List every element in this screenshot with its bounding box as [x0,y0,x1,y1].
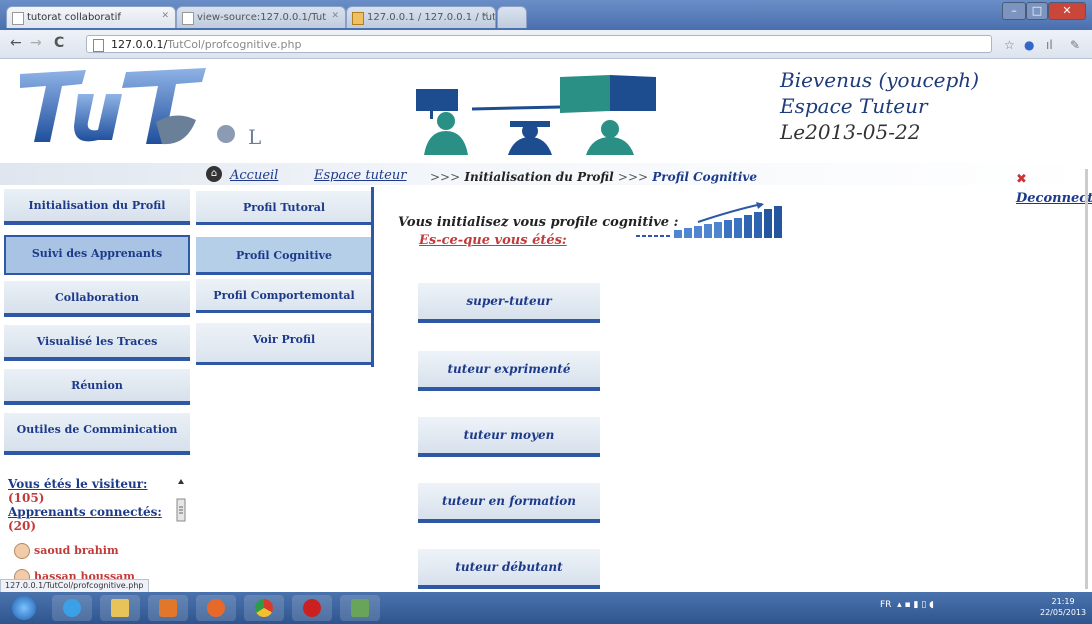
back-arrow-icon[interactable]: ← [10,35,22,51]
option-tuteur-en-formation[interactable]: tuteur en formation [418,483,600,523]
windows-taskbar: FR ▴ ▪ ▮ ▯ ◖ 21:19 22/05/2013 [0,592,1092,624]
menu-item-initialisation[interactable]: Initialisation du Profil [4,189,190,225]
url-host: 127.0.0.1/ [111,38,168,51]
svg-text:L: L [248,125,261,149]
breadcrumb-item: Initialisation du Profil [464,170,614,184]
firefox-icon[interactable] [196,595,236,621]
menu-item-traces[interactable]: Visualisé les Traces [4,325,190,361]
extension-bars-icon[interactable]: ıl [1046,38,1060,52]
question-text: Es-ce-que vous étés: [419,233,567,248]
close-icon[interactable]: ✕ [331,11,339,21]
page-scrollbar[interactable] [1085,169,1088,589]
ie-icon[interactable] [52,595,92,621]
space-title: Espace Tuteur [780,94,928,118]
url-path: TutCol/profcognitive.php [167,38,302,51]
welcome-text: Bievenus (youceph) [780,68,979,92]
tab-label: view-source:127.0.0.1/Tut [197,12,327,23]
opera-icon[interactable] [292,595,332,621]
option-tuteur-exprimente[interactable]: tuteur exprimenté [418,351,600,391]
logout-link-group[interactable]: ✖ Deconnection [1016,168,1092,206]
submenu-voir-profil[interactable]: Voir Profil [196,323,372,365]
team-illustration [416,75,656,155]
connected-count: (20) [8,519,37,533]
tutor-space-link[interactable]: Espace tuteur [314,168,406,183]
breadcrumb: >>> Initialisation du Profil >>> Profil … [430,170,757,184]
application-icon[interactable] [340,595,380,621]
browser-tab[interactable]: view-source:127.0.0.1/Tut ✕ [176,6,346,28]
browser-titlebar: tutorat collaboratif ✕ view-source:127.0… [0,0,1092,30]
nav-bar: ⌂ Accueil Espace tuteur >>> Initialisati… [0,163,1092,206]
visitor-count: (105) [8,491,45,505]
page-icon [182,12,194,25]
menu-item-suivi[interactable]: Suivi des Apprenants [4,235,190,275]
clock-time: 21:19 [1051,597,1075,606]
window-controls: – □ ✕ [1002,2,1086,20]
clock-date: 22/05/2013 [1040,608,1087,617]
chrome-icon[interactable] [244,595,284,621]
menu-item-collaboration[interactable]: Collaboration [4,281,190,317]
extension-icon[interactable]: ● [1024,38,1038,52]
language-indicator[interactable]: FR [880,600,891,610]
start-button[interactable] [4,595,44,621]
submenu-profil-cognitive[interactable]: Profil Cognitive [196,237,372,275]
browser-tab-active[interactable]: tutorat collaboratif ✕ [6,6,176,28]
page-icon [93,39,104,52]
visitors-panel: Vous étés le visiteur: (105) Apprenants … [8,477,180,589]
close-x-icon[interactable]: ✖ [1016,172,1027,187]
tray-icons[interactable]: ▴ ▪ ▮ ▯ ◖ [894,600,934,610]
submenu-profil-tutoral[interactable]: Profil Tutoral [196,191,372,225]
home-icon[interactable]: ⌂ [206,166,222,182]
star-icon[interactable]: ☆ [1004,38,1018,52]
welcome-block: Bievenus (youceph) Espace Tuteur Le2013-… [780,67,979,145]
close-icon[interactable]: ✕ [161,11,169,21]
visitor-label: Vous étés le visiteur: [8,477,148,491]
home-link[interactable]: Accueil [230,168,278,183]
user-name: saoud brahim [34,544,119,557]
reload-icon[interactable]: C [54,35,64,51]
tab-label: 127.0.0.1 / 127.0.0.1 / tutco [367,12,496,23]
tutcol-logo: L [20,68,261,149]
browser-toolbar: ← → C 127.0.0.1/TutCol/profcognitive.php… [0,30,1092,59]
breadcrumb-separator: >>> [617,170,649,184]
system-tray: FR ▴ ▪ ▮ ▯ ◖ [880,600,934,610]
connected-label: Apprenants connectés: [8,505,162,519]
submenu-profil-comportemental[interactable]: Profil Comportemontal [196,279,372,313]
breadcrumb-current: Profil Cognitive [652,170,758,184]
web-page: L Bievenus (youceph) Espace Tuteur Le201… [0,59,1092,589]
visitors-scrollbar[interactable] [175,477,187,587]
wrench-icon[interactable]: ✎ [1070,38,1084,52]
option-super-tuteur[interactable]: super-tuteur [418,283,600,323]
media-player-icon[interactable] [148,595,188,621]
explorer-icon[interactable] [100,595,140,621]
forward-arrow-icon[interactable]: → [30,35,42,51]
close-window-button[interactable]: ✕ [1048,2,1086,20]
minimize-button[interactable]: – [1002,2,1026,20]
browser-tab[interactable]: 127.0.0.1 / 127.0.0.1 / tutco ✕ [346,6,496,28]
close-icon[interactable]: ✕ [481,11,489,21]
logout-link[interactable]: Deconnection [1016,191,1092,206]
current-date: Le2013-05-22 [780,120,921,144]
new-tab-button[interactable] [497,6,527,28]
menu-item-reunion[interactable]: Réunion [4,369,190,405]
database-icon [352,12,364,25]
maximize-button[interactable]: □ [1026,2,1048,20]
connected-user[interactable]: saoud brahim [14,543,119,559]
submenu-divider [371,187,374,367]
clock[interactable]: 21:19 22/05/2013 [1040,596,1086,618]
breadcrumb-separator: >>> [430,170,461,184]
page-icon [12,12,24,25]
address-bar[interactable]: 127.0.0.1/TutCol/profcognitive.php [86,35,992,53]
growth-chart-icon [636,202,782,238]
option-tuteur-debutant[interactable]: tuteur débutant [418,549,600,589]
user-avatar-icon [14,543,30,559]
tab-label: tutorat collaboratif [27,12,121,23]
option-tuteur-moyen[interactable]: tuteur moyen [418,417,600,457]
menu-item-communication[interactable]: Outiles de Comminication [4,413,190,455]
status-bar: 127.0.0.1/TutCol/profcognitive.php [0,579,149,593]
